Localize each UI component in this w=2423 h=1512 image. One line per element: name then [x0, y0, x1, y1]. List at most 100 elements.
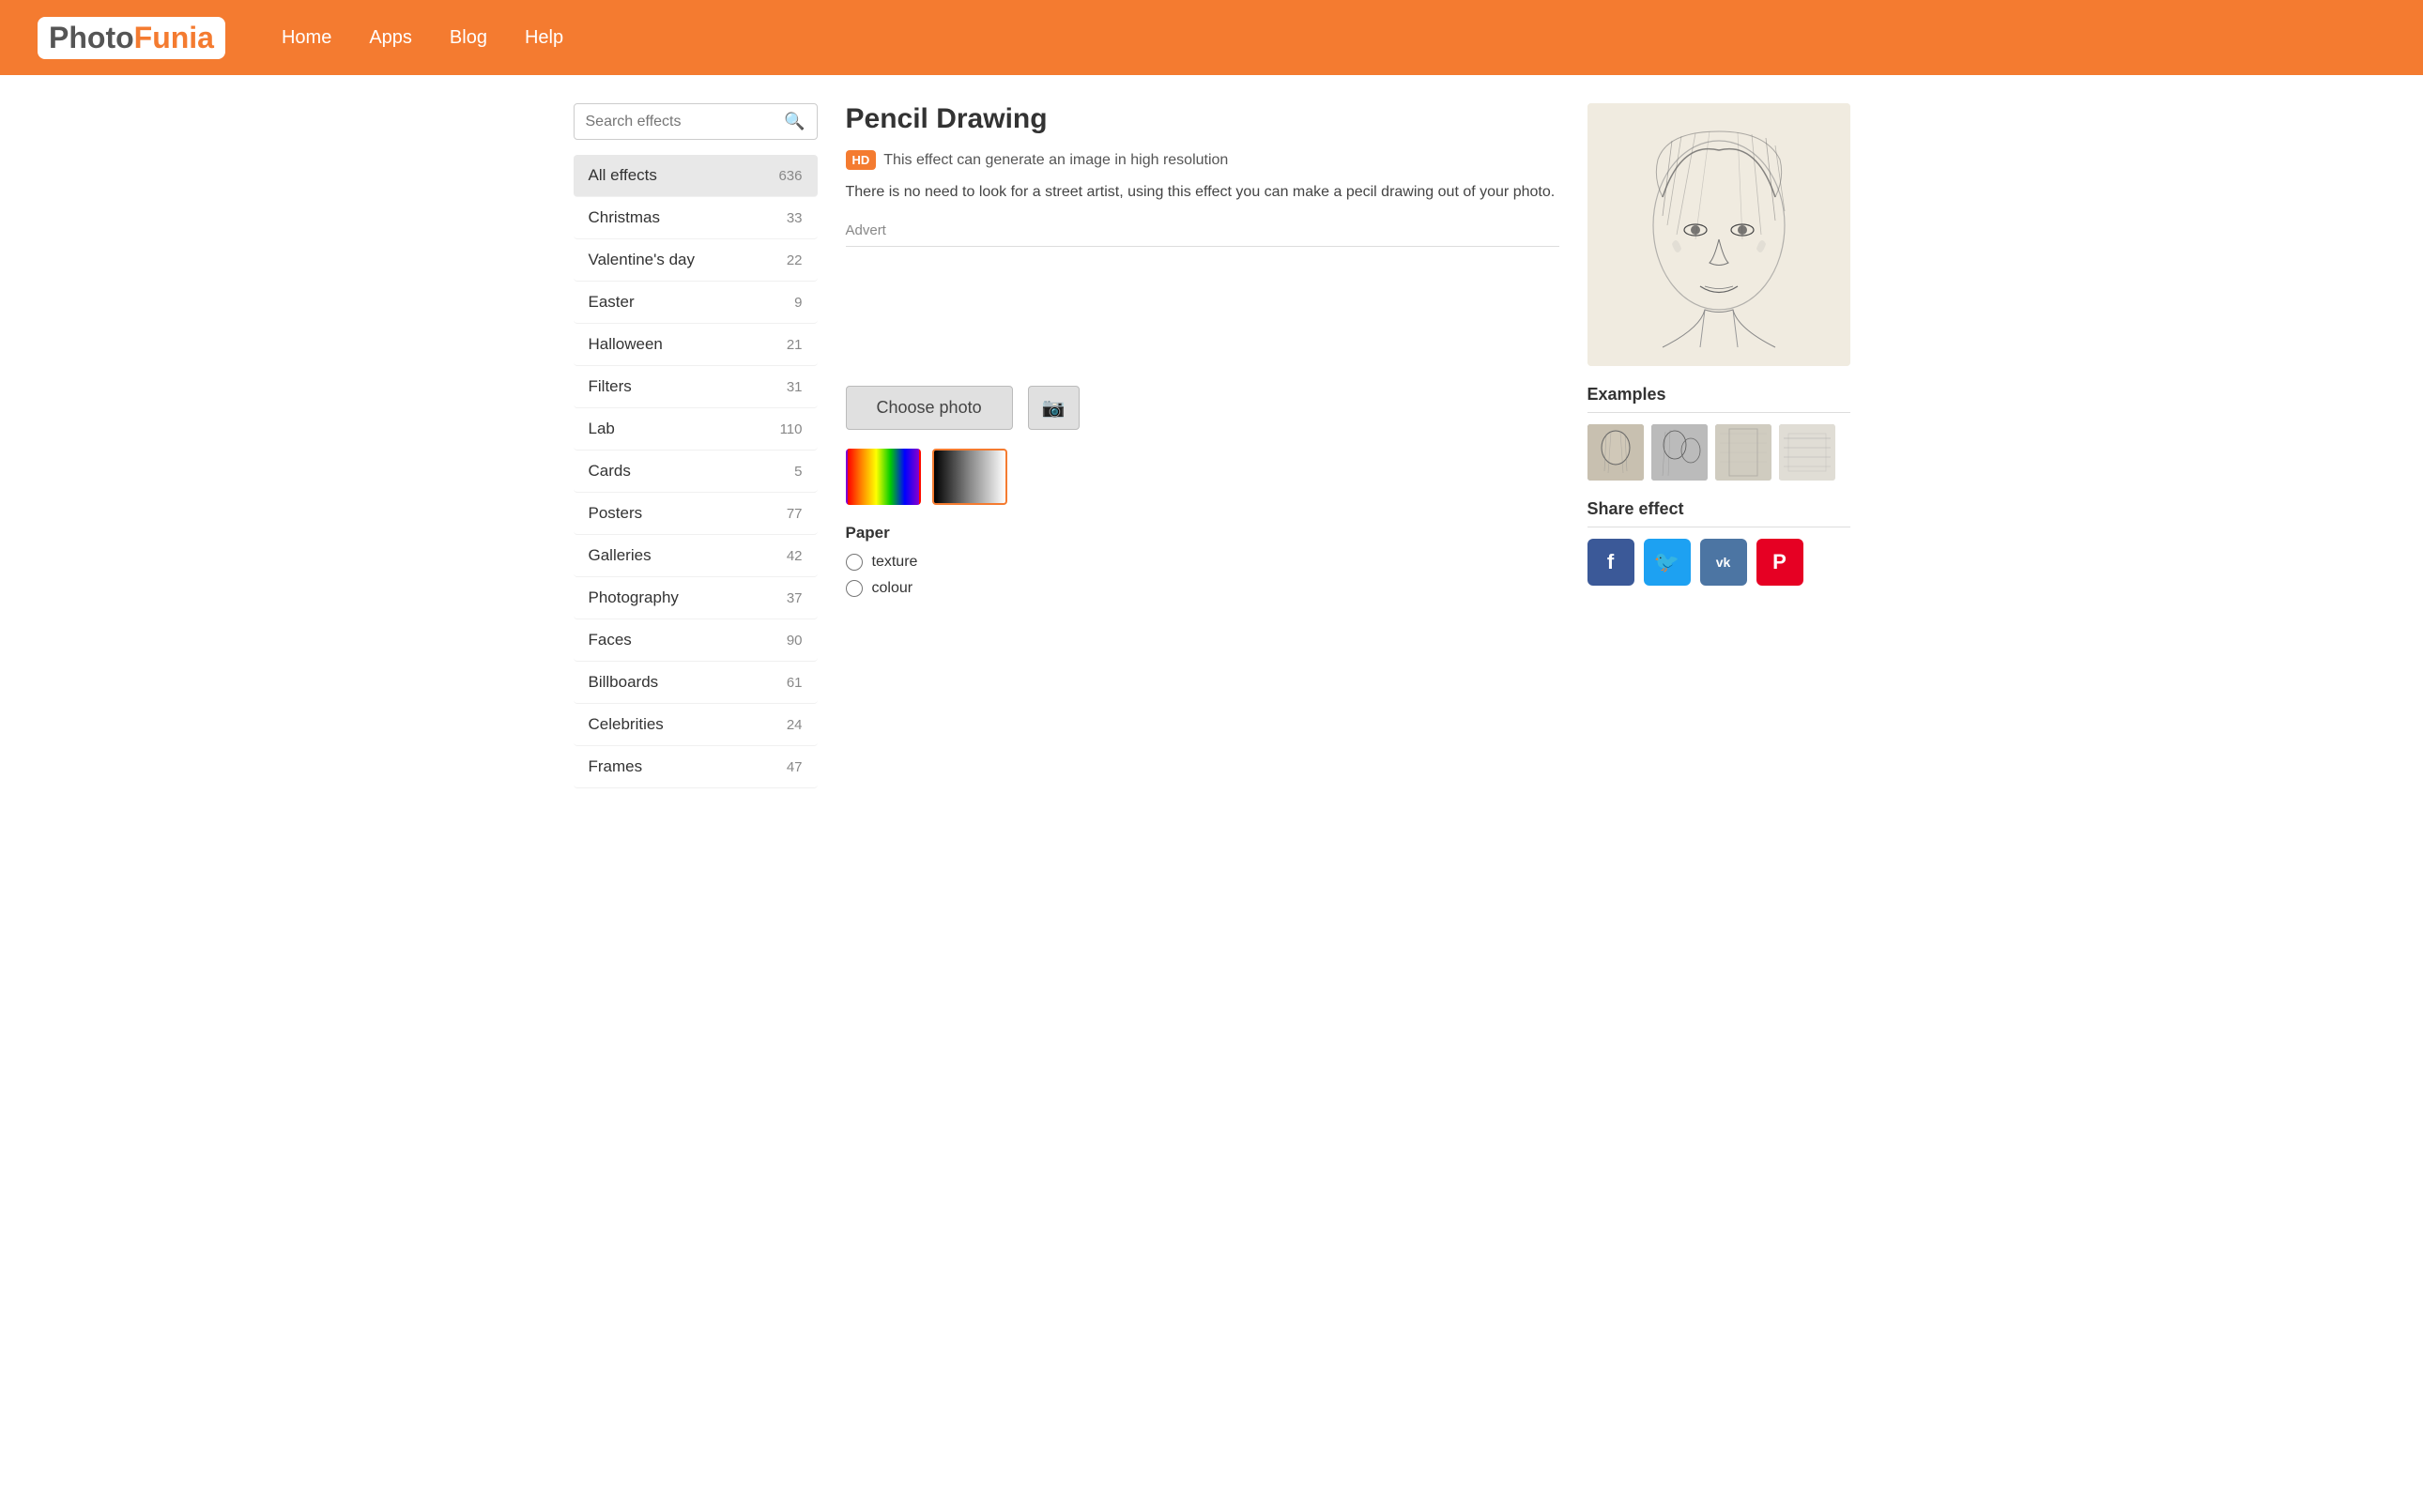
sidebar-label-christmas: Christmas [589, 208, 661, 227]
sidebar-label-photography: Photography [589, 588, 679, 607]
nav-help[interactable]: Help [525, 27, 563, 49]
sidebar-item-all-effects[interactable]: All effects 636 [574, 155, 818, 197]
sidebar-count-faces: 90 [787, 633, 803, 649]
sidebar-count-cards: 5 [794, 464, 802, 480]
example-thumb-4[interactable] [1779, 424, 1835, 481]
sidebar-label-lab: Lab [589, 420, 615, 438]
sidebar-item-cards[interactable]: Cards 5 [574, 451, 818, 493]
sidebar: 🔍 All effects 636 Christmas 33 Valentine… [574, 103, 818, 788]
sidebar-label-valentines: Valentine's day [589, 251, 696, 269]
logo-photo: Photo [49, 21, 134, 54]
sidebar-count-filters: 31 [787, 379, 803, 395]
right-panel: Examples Share effect f 🐦 vk [1587, 103, 1850, 788]
twitter-icon: 🐦 [1654, 550, 1679, 574]
sidebar-count-billboards: 61 [787, 675, 803, 691]
hd-badge: HD This effect can generate an image in … [846, 150, 1229, 170]
paper-texture-radio[interactable] [846, 554, 863, 571]
search-icon[interactable]: 🔍 [784, 112, 805, 131]
nav-blog[interactable]: Blog [450, 27, 487, 49]
sidebar-label-posters: Posters [589, 504, 643, 523]
paper-colour-label: colour [872, 580, 913, 597]
header: PhotoFunia Home Apps Blog Help [0, 0, 2423, 75]
example-thumb-1[interactable] [1587, 424, 1644, 481]
example-thumb-2[interactable] [1651, 424, 1708, 481]
advert-label: Advert [846, 222, 1559, 247]
sidebar-count-frames: 47 [787, 759, 803, 775]
paper-label: Paper [846, 524, 1559, 542]
share-vk-button[interactable]: vk [1700, 539, 1747, 586]
sidebar-item-posters[interactable]: Posters 77 [574, 493, 818, 535]
main-layout: 🔍 All effects 636 Christmas 33 Valentine… [555, 103, 1869, 788]
camera-button[interactable]: 📷 [1028, 386, 1080, 430]
search-input[interactable] [586, 114, 785, 130]
sidebar-item-valentines[interactable]: Valentine's day 22 [574, 239, 818, 282]
sidebar-count-photography: 37 [787, 590, 803, 606]
hd-description: This effect can generate an image in hig… [883, 152, 1228, 169]
swatch-gray[interactable] [932, 449, 1007, 505]
example-thumb-3[interactable] [1715, 424, 1771, 481]
paper-colour-radio[interactable] [846, 580, 863, 597]
sidebar-label-galleries: Galleries [589, 546, 652, 565]
effect-description: There is no need to look for a street ar… [846, 181, 1559, 204]
sidebar-item-galleries[interactable]: Galleries 42 [574, 535, 818, 577]
share-twitter-button[interactable]: 🐦 [1644, 539, 1691, 586]
sidebar-label-all-effects: All effects [589, 166, 657, 185]
paper-texture-label: texture [872, 554, 918, 571]
sidebar-item-christmas[interactable]: Christmas 33 [574, 197, 818, 239]
advert-space [846, 254, 1559, 367]
camera-icon: 📷 [1042, 398, 1066, 419]
choose-photo-button[interactable]: Choose photo [846, 386, 1013, 430]
sidebar-label-celebrities: Celebrities [589, 715, 664, 734]
logo-funia: Funia [134, 21, 214, 54]
share-pinterest-button[interactable]: P [1756, 539, 1803, 586]
sidebar-label-halloween: Halloween [589, 335, 663, 354]
color-swatches [846, 449, 1559, 505]
logo[interactable]: PhotoFunia [38, 17, 225, 59]
photo-controls: Choose photo 📷 [846, 386, 1559, 430]
pinterest-icon: P [1772, 550, 1787, 574]
sidebar-label-frames: Frames [589, 757, 643, 776]
preview-sketch [1587, 103, 1850, 366]
sidebar-label-faces: Faces [589, 631, 632, 649]
search-box[interactable]: 🔍 [574, 103, 818, 140]
share-facebook-button[interactable]: f [1587, 539, 1634, 586]
hd-tag: HD [846, 150, 877, 170]
sidebar-label-filters: Filters [589, 377, 632, 396]
paper-texture-option[interactable]: texture [846, 554, 1559, 571]
sidebar-item-filters[interactable]: Filters 31 [574, 366, 818, 408]
sidebar-count-all-effects: 636 [778, 168, 802, 184]
examples-title: Examples [1587, 385, 1850, 413]
swatch-rainbow[interactable] [846, 449, 921, 505]
sidebar-item-celebrities[interactable]: Celebrities 24 [574, 704, 818, 746]
sidebar-count-lab: 110 [780, 421, 803, 437]
sidebar-count-halloween: 21 [787, 337, 803, 353]
sidebar-count-posters: 77 [787, 506, 803, 522]
sidebar-item-faces[interactable]: Faces 90 [574, 619, 818, 662]
sidebar-count-celebrities: 24 [787, 717, 803, 733]
sidebar-count-easter: 9 [794, 295, 802, 311]
sidebar-count-valentines: 22 [787, 252, 803, 268]
sidebar-item-photography[interactable]: Photography 37 [574, 577, 818, 619]
share-title: Share effect [1587, 499, 1850, 527]
examples-grid [1587, 424, 1850, 481]
nav-apps[interactable]: Apps [369, 27, 412, 49]
preview-image [1587, 103, 1850, 366]
sidebar-label-billboards: Billboards [589, 673, 659, 692]
main-nav: Home Apps Blog Help [282, 27, 563, 49]
sidebar-item-billboards[interactable]: Billboards 61 [574, 662, 818, 704]
sidebar-item-frames[interactable]: Frames 47 [574, 746, 818, 788]
share-buttons: f 🐦 vk P [1587, 539, 1850, 586]
sidebar-count-christmas: 33 [787, 210, 803, 226]
sidebar-item-easter[interactable]: Easter 9 [574, 282, 818, 324]
sidebar-count-galleries: 42 [787, 548, 803, 564]
main-content: Pencil Drawing HD This effect can genera… [846, 103, 1559, 788]
sidebar-item-halloween[interactable]: Halloween 21 [574, 324, 818, 366]
facebook-icon: f [1607, 550, 1614, 574]
paper-colour-option[interactable]: colour [846, 580, 1559, 597]
sidebar-label-cards: Cards [589, 462, 631, 481]
nav-home[interactable]: Home [282, 27, 331, 49]
sidebar-label-easter: Easter [589, 293, 635, 312]
effect-title: Pencil Drawing [846, 103, 1559, 135]
sidebar-item-lab[interactable]: Lab 110 [574, 408, 818, 451]
vk-icon: vk [1716, 555, 1731, 570]
